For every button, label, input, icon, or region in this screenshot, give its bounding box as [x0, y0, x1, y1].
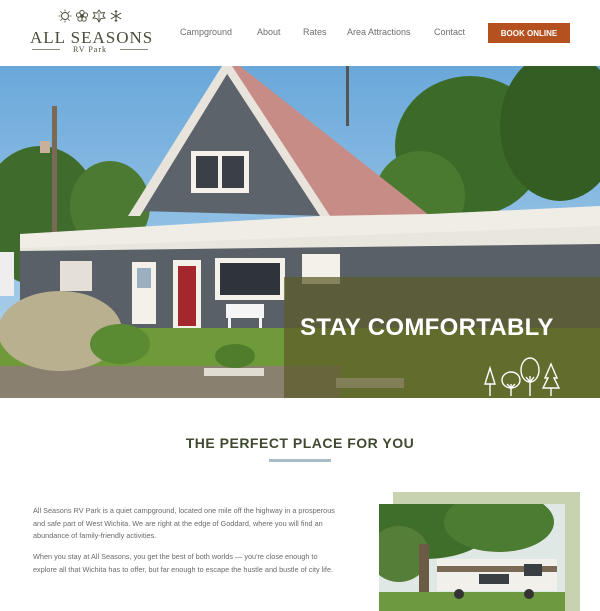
nav-area-attractions[interactable]: Area Attractions — [347, 27, 411, 37]
nav-contact[interactable]: Contact — [434, 27, 465, 37]
hero-banner: STAY COMFORTABLY — [0, 66, 600, 398]
section-title: THE PERFECT PLACE FOR YOU — [185, 435, 415, 451]
section-divider — [269, 459, 331, 462]
sun-icon — [58, 9, 71, 23]
campground-photo — [379, 504, 565, 611]
trees-icon — [484, 357, 561, 396]
logo-rule-right — [120, 49, 148, 50]
site-logo[interactable]: ALL SEASONS RV Park — [30, 9, 154, 57]
flower-icon — [75, 9, 88, 22]
leaf-icon — [91, 9, 106, 23]
hero-headline: STAY COMFORTABLY — [300, 314, 554, 341]
logo-title: ALL SEASONS — [30, 28, 154, 47]
site-header: ALL SEASONS RV Park Campground About Rat… — [0, 0, 600, 66]
nav-campground[interactable]: Campground — [180, 27, 232, 37]
nav-about[interactable]: About — [257, 27, 281, 37]
nav-rates[interactable]: Rates — [303, 27, 327, 37]
logo-icons — [30, 9, 150, 25]
intro-paragraph-1: All Seasons RV Park is a quiet campgroun… — [33, 506, 335, 540]
intro-paragraph-2: When you stay at All Seasons, you get th… — [33, 552, 334, 574]
book-online-button[interactable]: BOOK ONLINE — [488, 23, 570, 43]
snowflake-icon — [110, 10, 121, 22]
